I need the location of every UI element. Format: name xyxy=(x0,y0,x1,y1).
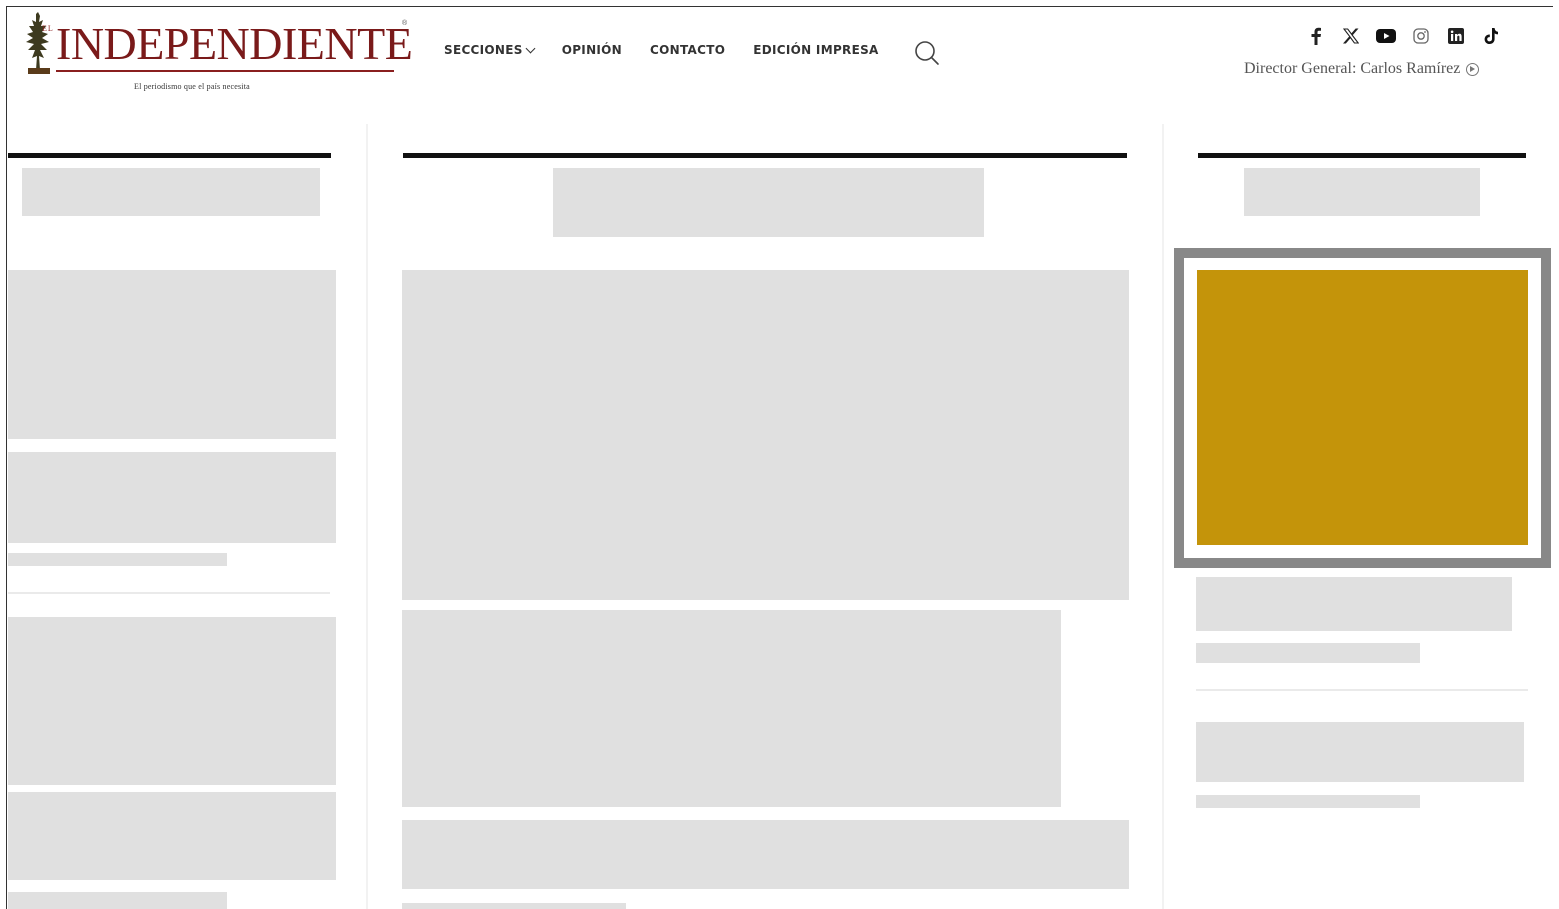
logo-underline xyxy=(56,70,394,72)
youtube-icon[interactable] xyxy=(1376,26,1396,46)
headline-placeholder[interactable] xyxy=(8,452,336,543)
social-links xyxy=(1306,26,1516,46)
column-divider xyxy=(366,124,368,909)
logo-prefix: EL xyxy=(42,24,54,33)
section-heading-rule xyxy=(403,153,1127,158)
ad-slot[interactable] xyxy=(1197,270,1528,545)
image-placeholder[interactable] xyxy=(8,270,336,439)
logo-tree-icon xyxy=(26,12,50,74)
meta-placeholder xyxy=(1196,795,1420,808)
headline-placeholder[interactable] xyxy=(1196,577,1512,631)
director-link[interactable]: Director General: Carlos Ramírez xyxy=(1244,60,1480,78)
site-header: EL INDEPENDIENTE El periodismo que el pa… xyxy=(8,8,1551,103)
heading-placeholder xyxy=(22,168,320,216)
logo-tagline: El periodismo que el país necesita xyxy=(134,82,250,91)
heading-placeholder xyxy=(553,168,984,237)
headline-placeholder[interactable] xyxy=(1196,722,1524,782)
instagram-icon[interactable] xyxy=(1411,26,1431,46)
nav-secciones[interactable]: SECCIONES xyxy=(444,43,536,57)
director-text: Director General: Carlos Ramírez xyxy=(1244,60,1461,77)
play-circle-icon xyxy=(1466,62,1480,76)
summary-placeholder xyxy=(402,820,1129,889)
linkedin-icon[interactable] xyxy=(1446,26,1466,46)
logo-registered-mark: ® xyxy=(402,20,408,27)
heading-placeholder xyxy=(1244,168,1480,216)
meta-placeholder xyxy=(8,553,227,566)
column-divider xyxy=(1162,124,1164,909)
meta-placeholder xyxy=(8,892,227,909)
meta-placeholder xyxy=(1196,643,1420,663)
main-nav: SECCIONES OPINIÓN CONTACTO EDICIÓN IMPRE… xyxy=(444,43,907,57)
nav-edicion-impresa[interactable]: EDICIÓN IMPRESA xyxy=(753,43,878,57)
x-icon[interactable] xyxy=(1341,26,1361,46)
lead-image-placeholder[interactable] xyxy=(402,270,1129,600)
divider xyxy=(8,592,330,594)
search-icon[interactable] xyxy=(912,38,942,68)
logo-wordmark: INDEPENDIENTE xyxy=(56,18,413,69)
lead-headline-placeholder[interactable] xyxy=(402,610,1061,807)
tiktok-icon[interactable] xyxy=(1481,26,1501,46)
section-heading-rule xyxy=(8,153,331,158)
chevron-down-icon xyxy=(525,43,536,53)
facebook-icon[interactable] xyxy=(1306,26,1326,46)
site-logo[interactable]: EL INDEPENDIENTE El periodismo que el pa… xyxy=(22,10,413,98)
divider xyxy=(1196,689,1528,691)
section-heading-rule xyxy=(1198,153,1526,158)
meta-placeholder xyxy=(402,903,626,909)
image-placeholder[interactable] xyxy=(8,617,336,785)
headline-placeholder[interactable] xyxy=(8,792,336,880)
nav-contacto[interactable]: CONTACTO xyxy=(650,43,725,57)
nav-opinion[interactable]: OPINIÓN xyxy=(562,43,622,57)
nav-secciones-label: SECCIONES xyxy=(444,43,523,57)
